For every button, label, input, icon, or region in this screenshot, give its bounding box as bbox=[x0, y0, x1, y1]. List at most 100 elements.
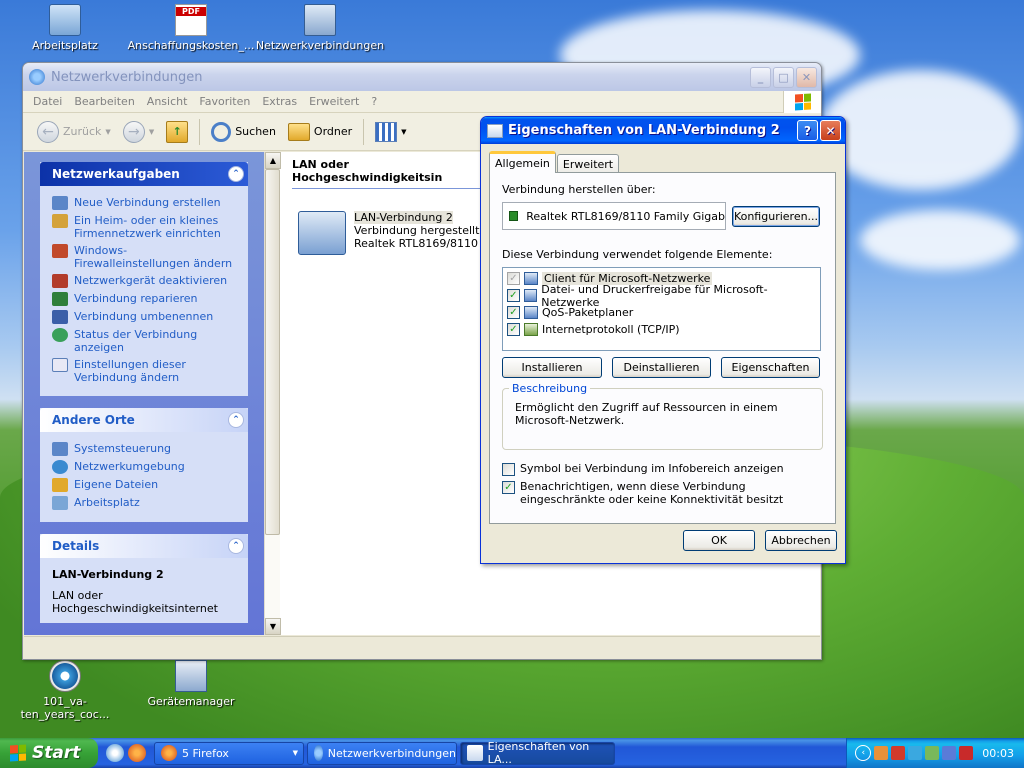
collapse-icon[interactable]: ⌃ bbox=[228, 538, 244, 554]
menu-advanced[interactable]: Erweitert bbox=[303, 95, 365, 108]
clock[interactable]: 00:03 bbox=[982, 747, 1014, 760]
explorer-titlebar[interactable]: Netzwerkverbindungen _ □ ✕ bbox=[23, 63, 821, 91]
task-label: Ein Heim- oder ein kleines Firmennetzwer… bbox=[74, 214, 221, 240]
menu-edit[interactable]: Bearbeiten bbox=[68, 95, 140, 108]
show-icon-checkbox[interactable] bbox=[502, 463, 515, 476]
back-button[interactable]: ← Zurück ▼ bbox=[33, 120, 115, 143]
task-settings[interactable]: Einstellungen dieser Verbindung ändern bbox=[52, 358, 240, 384]
desktop-icon-device-manager[interactable]: Gerätemanager bbox=[126, 660, 256, 708]
task-firewall[interactable]: Windows-Firewalleinstellungen ändern bbox=[52, 244, 240, 270]
minimize-button[interactable]: _ bbox=[750, 66, 771, 88]
element-checkbox[interactable]: ✓ bbox=[507, 272, 520, 285]
task-repair[interactable]: Verbindung reparieren bbox=[52, 292, 240, 306]
element-checkbox[interactable]: ✓ bbox=[507, 306, 520, 319]
menu-tools[interactable]: Extras bbox=[256, 95, 303, 108]
tab-advanced[interactable]: Erweitert bbox=[556, 154, 620, 173]
tray-network-icon[interactable] bbox=[908, 746, 923, 760]
task-rename[interactable]: Verbindung umbenennen bbox=[52, 310, 240, 324]
show-icon-option[interactable]: Symbol bei Verbindung im Infobereich anz… bbox=[502, 462, 823, 476]
notify-checkbox[interactable]: ✓ bbox=[502, 481, 515, 494]
views-icon bbox=[375, 121, 398, 142]
scroll-down-icon[interactable]: ▼ bbox=[265, 618, 281, 635]
elements-list: ✓ Client für Microsoft-Netzwerke ✓ Datei… bbox=[502, 267, 821, 351]
expand-tray-icon[interactable]: ‹ bbox=[855, 745, 872, 761]
list-item[interactable]: ✓ Datei- und Druckerfreigabe für Microso… bbox=[507, 283, 816, 309]
toolbar-separator bbox=[199, 118, 201, 145]
media-file-icon bbox=[49, 660, 81, 692]
place-my-documents[interactable]: Eigene Dateien bbox=[52, 478, 240, 492]
task-home-network[interactable]: Ein Heim- oder ein kleines Firmennetzwer… bbox=[52, 214, 240, 240]
windows-logo bbox=[783, 90, 821, 113]
collapse-icon[interactable]: ⌃ bbox=[228, 166, 244, 182]
taskbar-item-firefox[interactable]: 5 Firefox ▼ bbox=[154, 741, 304, 765]
disable-device-icon bbox=[52, 274, 68, 288]
notify-option[interactable]: ✓ Benachrichtigen, wenn diese Verbindung… bbox=[502, 480, 823, 506]
configure-button[interactable]: Konfigurieren... bbox=[732, 205, 820, 227]
collapse-icon[interactable]: ⌃ bbox=[228, 412, 244, 428]
menu-favorites[interactable]: Favoriten bbox=[193, 95, 256, 108]
desktop-icon-network-connections[interactable]: Netzwerkverbindungen bbox=[255, 4, 385, 52]
task-disable-device[interactable]: Netzwerkgerät deaktivieren bbox=[52, 274, 240, 288]
taskbar-item-network-connections[interactable]: Netzwerkverbindungen bbox=[307, 741, 457, 765]
lan-connection-icon bbox=[298, 211, 346, 255]
menu-help[interactable]: ? bbox=[365, 95, 383, 108]
cloud bbox=[820, 70, 1020, 190]
tray-antivirus-icon[interactable] bbox=[959, 746, 974, 760]
properties-button[interactable]: Eigenschaften bbox=[721, 357, 820, 378]
desktop-icon-label: Netzwerkverbindungen bbox=[255, 39, 385, 52]
general-tab-panel: Verbindung herstellen über: Realtek RTL8… bbox=[489, 172, 836, 524]
start-button[interactable]: Start bbox=[0, 738, 98, 768]
place-network-neighborhood[interactable]: Netzwerkumgebung bbox=[52, 460, 240, 474]
tray-app-icon[interactable] bbox=[874, 746, 889, 760]
ok-button[interactable]: OK bbox=[683, 530, 755, 551]
search-button[interactable]: Suchen bbox=[207, 121, 280, 142]
folders-label: Ordner bbox=[313, 125, 353, 138]
place-my-computer[interactable]: Arbeitsplatz bbox=[52, 496, 240, 510]
element-checkbox[interactable]: ✓ bbox=[507, 323, 520, 336]
desktop-icon-label: Gerätemanager bbox=[147, 695, 235, 708]
my-documents-icon bbox=[52, 478, 68, 492]
desktop-icon-media-file[interactable]: 101_va-ten_years_coc... bbox=[0, 660, 130, 721]
panel-header[interactable]: Netzwerkaufgaben ⌃ bbox=[40, 162, 248, 186]
tray-speaker-icon[interactable] bbox=[891, 746, 906, 760]
task-new-connection[interactable]: Neue Verbindung erstellen bbox=[52, 196, 240, 210]
desktop-icon-my-computer[interactable]: Arbeitsplatz bbox=[0, 4, 130, 52]
views-button[interactable]: ▼ bbox=[371, 121, 410, 142]
forward-button[interactable]: → ▼ bbox=[119, 120, 158, 143]
client-icon bbox=[524, 272, 538, 285]
taskbar-item-properties[interactable]: Eigenschaften von LA... bbox=[460, 740, 615, 766]
panel-header[interactable]: Details ⌃ bbox=[40, 534, 248, 558]
folders-button[interactable]: Ordner bbox=[284, 122, 356, 141]
list-item[interactable]: ✓ Internetprotokoll (TCP/IP) bbox=[507, 321, 816, 338]
menu-file[interactable]: Datei bbox=[27, 95, 68, 108]
task-pane-scrollbar[interactable]: ▲ ▼ bbox=[264, 152, 281, 635]
maximize-button[interactable]: □ bbox=[773, 66, 794, 88]
device-manager-icon bbox=[175, 660, 207, 692]
up-button[interactable]: ↑ bbox=[162, 120, 192, 143]
connection-name: LAN-Verbindung 2 bbox=[354, 211, 453, 224]
task-status[interactable]: Status der Verbindung anzeigen bbox=[52, 328, 240, 354]
tray-driver-icon[interactable] bbox=[942, 746, 957, 760]
desktop-icon-pdf[interactable]: Anschaffungskosten_... bbox=[126, 4, 256, 52]
scroll-thumb[interactable] bbox=[265, 169, 280, 535]
element-label: Datei- und Druckerfreigabe für Microsoft… bbox=[541, 282, 768, 309]
install-button[interactable]: Installieren bbox=[502, 357, 602, 378]
dialog-titlebar[interactable]: Eigenschaften von LAN-Verbindung 2 ? ✕ bbox=[481, 117, 845, 144]
help-button[interactable]: ? bbox=[797, 120, 818, 141]
element-checkbox[interactable]: ✓ bbox=[507, 289, 520, 302]
qos-icon bbox=[524, 306, 538, 319]
uninstall-button[interactable]: Deinstallieren bbox=[612, 357, 711, 378]
connect-using-label: Verbindung herstellen über: bbox=[502, 183, 656, 196]
cancel-button[interactable]: Abbrechen bbox=[765, 530, 837, 551]
tray-security-icon[interactable] bbox=[925, 746, 940, 760]
ie-icon[interactable] bbox=[106, 744, 124, 762]
firefox-icon[interactable] bbox=[128, 744, 146, 762]
panel-header[interactable]: Andere Orte ⌃ bbox=[40, 408, 248, 432]
place-control-panel[interactable]: Systemsteuerung bbox=[52, 442, 240, 456]
back-arrow-icon: ← bbox=[37, 120, 59, 143]
scroll-up-icon[interactable]: ▲ bbox=[265, 152, 281, 169]
tab-general[interactable]: Allgemein bbox=[489, 151, 556, 173]
close-button[interactable]: ✕ bbox=[796, 66, 817, 88]
dialog-close-button[interactable]: ✕ bbox=[820, 120, 841, 141]
menu-view[interactable]: Ansicht bbox=[141, 95, 194, 108]
